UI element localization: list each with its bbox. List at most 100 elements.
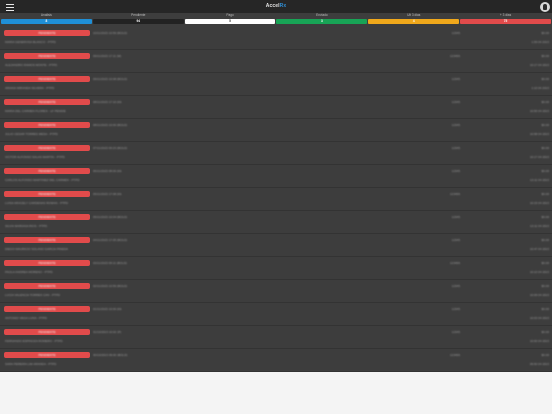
row-patient: MARIA GENEROSA BLANCO - PTPD: [5, 40, 56, 44]
row-patient: PAOLA ANDREA MORENO - PTPD: [5, 270, 53, 274]
row-number: 12345: [451, 146, 460, 150]
tab-count: 3: [321, 19, 323, 23]
row-patient: ARIANA MIRANDA SILVERA - PTPD: [5, 86, 55, 90]
list-item[interactable]: PENDIENTE 09/11/2023 17:11 (M) ALEJANDRO R…: [0, 50, 552, 73]
row-date: 09/11/2023 10:08 (BOLD): [93, 77, 128, 81]
tab-mas-3-dias[interactable]: + 3 dias 75: [460, 13, 551, 25]
row-time: 10:00 04 2023: [529, 339, 549, 343]
row-time: 10:10 04 2023: [529, 270, 549, 274]
list-item[interactable]: PENDIENTE 08/11/2023 10:00 (BOLD) JULIO CE…: [0, 119, 552, 142]
status-badge: PENDIENTE: [4, 283, 90, 289]
row-time: 10:11 04 2023: [530, 224, 549, 228]
row-patient: JULIO CESAR TORRES MESA - PTPD: [5, 132, 58, 136]
row-date: 08/11/2023 17:10 (M): [93, 100, 122, 104]
logo-part-2: Rx: [279, 3, 287, 9]
tab-count: 8: [45, 19, 48, 23]
list-item[interactable]: PENDIENTE 04/11/2023 17:05 (BOLD) DIEGO MA…: [0, 234, 552, 257]
status-badge: PENDIENTE: [4, 352, 90, 358]
list-item[interactable]: PENDIENTE 06/11/2023 08:00 (M) CARLOS ALFO…: [0, 165, 552, 188]
row-amount: $0.00: [541, 353, 549, 357]
order-list: PENDIENTE 10/11/2023 10:59 (BOLD) MARIA GE…: [0, 27, 552, 372]
row-patient: VICTOR ALFONSO SALAS MARTIN - PTPD: [5, 155, 65, 159]
tab-count: 75: [503, 19, 508, 23]
row-number: 12345: [451, 77, 460, 81]
row-date: 30/10/2023 09:00 (BOLD): [93, 353, 128, 357]
list-item[interactable]: PENDIENTE 10/11/2023 10:59 (BOLD) MARIA GE…: [0, 27, 552, 50]
row-time: 10:17 04 2023: [529, 63, 549, 67]
status-label: PENDIENTE: [38, 261, 56, 265]
row-number: 12345: [451, 238, 460, 242]
row-date: 01/11/2023 10:00 (M): [93, 307, 122, 311]
status-badge: PENDIENTE: [4, 214, 90, 220]
row-date: 08/11/2023 10:00 (BOLD): [93, 123, 128, 127]
row-amount: $0.00: [541, 215, 549, 219]
row-time: 10:11 04 2023: [530, 178, 549, 182]
tab-pago[interactable]: Pago 5: [184, 13, 276, 25]
list-item[interactable]: PENDIENTE 07/11/2023 09:23 (BOLD) VICTOR A…: [0, 142, 552, 165]
status-label: PENDIENTE: [38, 54, 56, 58]
user-profile-icon[interactable]: [540, 2, 550, 12]
list-item[interactable]: PENDIENTE 31/10/2023 10:02 (P) FERNANDO ES…: [0, 326, 552, 349]
tab-enviado[interactable]: Enviado 3: [276, 13, 368, 25]
empty-area: [0, 372, 552, 414]
status-tabs: Analisis 8 Pendiente 94 Pago 5 Enviado 3…: [1, 13, 551, 25]
row-amount: $0.00: [541, 238, 549, 242]
tab-count: 4: [412, 19, 415, 23]
status-badge: PENDIENTE: [4, 76, 90, 82]
list-item[interactable]: PENDIENTE 05/11/2023 17:08 (M) LUISA ARACE…: [0, 188, 552, 211]
list-item[interactable]: PENDIENTE 08/11/2023 17:10 (M) MARIA DEL C…: [0, 96, 552, 119]
row-amount: $0.00: [541, 54, 549, 58]
app-screen: AccelRx Analisis 8 Pendiente 94 Pago 5 E…: [0, 0, 552, 414]
status-label: PENDIENTE: [38, 284, 56, 288]
row-date: 07/11/2023 09:23 (BOLD): [93, 146, 128, 150]
tab-label: + 3 dias: [499, 13, 512, 17]
row-amount: $0.00: [541, 330, 549, 334]
list-item[interactable]: PENDIENTE 01/11/2023 10:00 (M) ANTONIO VEG…: [0, 303, 552, 326]
status-badge: PENDIENTE: [4, 237, 90, 243]
row-amount: $0.00: [541, 100, 549, 104]
row-patient: SILVIA MARIANA RIOS - PTPD: [5, 224, 48, 228]
row-date: 05/11/2023 10:04 (BOLD): [93, 215, 128, 219]
row-amount: $0.00: [541, 284, 549, 288]
row-number: 123456: [449, 54, 460, 58]
tab-analisis[interactable]: Analisis 8: [1, 13, 92, 25]
status-badge: PENDIENTE: [4, 53, 90, 59]
status-label: PENDIENTE: [38, 353, 56, 357]
list-item[interactable]: PENDIENTE 02/11/2023 10:59 (BOLD) LUCIA VA…: [0, 280, 552, 303]
row-amount: $0.00: [541, 31, 549, 35]
row-number: 12345: [451, 31, 460, 35]
row-time: 10:17 04 2023: [529, 155, 549, 159]
row-amount: $0.00: [541, 307, 549, 311]
row-amount: $0.00: [541, 123, 549, 127]
app-logo: AccelRx: [0, 3, 552, 9]
row-amount: $0.00: [541, 192, 549, 196]
row-number: 123456: [449, 261, 460, 265]
row-date: 05/11/2023 17:08 (M): [93, 192, 122, 196]
tab-ult-3-dias[interactable]: Ult 3 dias 4: [368, 13, 460, 25]
status-label: PENDIENTE: [38, 31, 56, 35]
row-number: 123456: [449, 192, 460, 196]
row-amount: $0.00: [541, 169, 549, 173]
row-number: 12345: [451, 123, 460, 127]
tab-label: Ult 3 dias: [407, 13, 421, 17]
list-item[interactable]: PENDIENTE 30/10/2023 09:00 (BOLD) SARA PER…: [0, 349, 552, 372]
status-label: PENDIENTE: [38, 169, 56, 173]
list-item[interactable]: PENDIENTE 05/11/2023 10:04 (BOLD) SILVIA M…: [0, 211, 552, 234]
top-header: AccelRx: [0, 0, 552, 13]
row-time: 1:10 04 2023: [531, 86, 549, 90]
tab-label: Pendiente: [131, 13, 146, 17]
row-date: 03/11/2023 09:11 (BOLD): [93, 261, 127, 265]
row-date: 10/11/2023 10:59 (BOLD): [93, 31, 128, 35]
status-label: PENDIENTE: [38, 215, 56, 219]
tab-pendiente[interactable]: Pendiente 94: [92, 13, 184, 25]
list-item[interactable]: PENDIENTE 09/11/2023 10:08 (BOLD) ARIANA M…: [0, 73, 552, 96]
status-label: PENDIENTE: [38, 123, 56, 127]
row-time: 10:58 04 2023: [529, 132, 549, 136]
row-patient: ALEJANDRO RAMOS MONTE - PTPD: [5, 63, 58, 67]
row-time: 09:50 04 2023: [529, 362, 549, 366]
logo-part-1: Accel: [265, 3, 280, 9]
status-badge: PENDIENTE: [4, 306, 90, 312]
list-item[interactable]: PENDIENTE 03/11/2023 09:11 (BOLD) PAOLA AN…: [0, 257, 552, 280]
row-number: 12345: [451, 330, 460, 334]
row-time: 10:47 04 2023: [529, 247, 549, 251]
